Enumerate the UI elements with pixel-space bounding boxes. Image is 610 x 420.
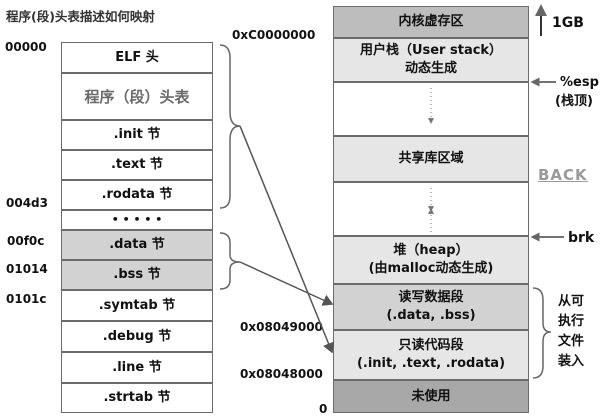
brace-loaded-segments bbox=[532, 287, 552, 379]
brace-code-segment bbox=[219, 44, 241, 209]
heap-growth-arrowhead bbox=[428, 208, 434, 214]
arrow-data-to-readwrite bbox=[239, 261, 334, 306]
brace-data-segment bbox=[219, 232, 241, 290]
stack-growth-arrowhead bbox=[428, 118, 434, 124]
connector-overlay bbox=[219, 4, 564, 379]
arrow-code-to-readonly bbox=[239, 125, 335, 354]
